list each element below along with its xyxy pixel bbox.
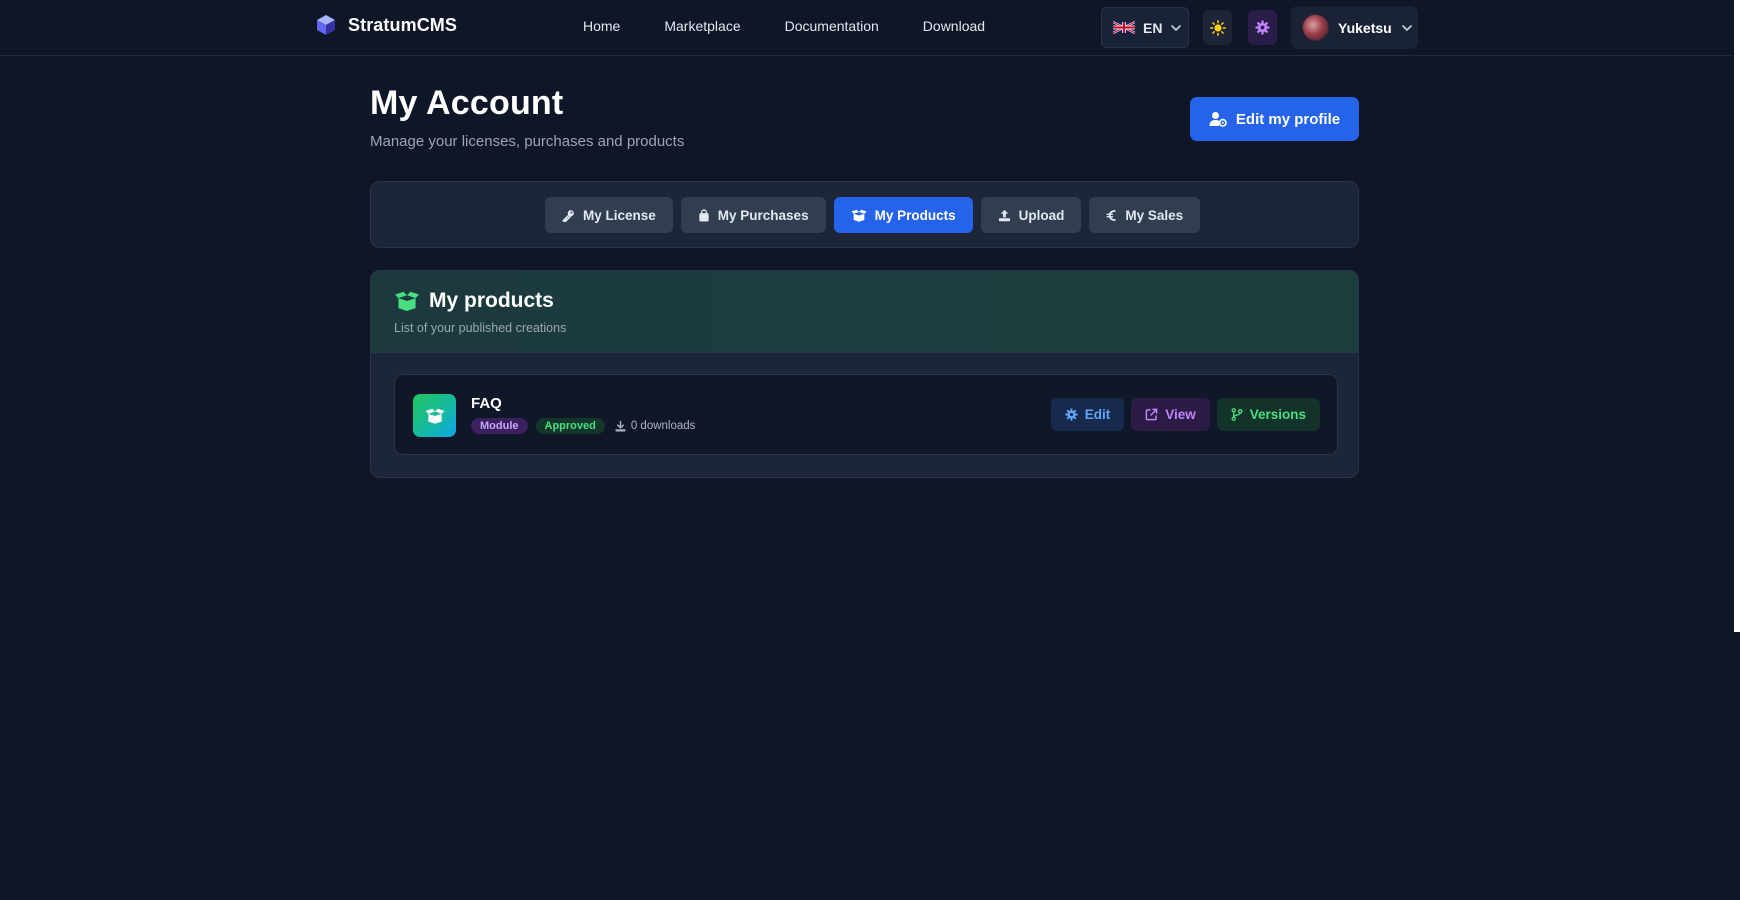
user-cog-icon [1209, 112, 1227, 127]
uk-flag-icon [1113, 21, 1135, 34]
user-menu-button[interactable]: Yuketsu [1291, 6, 1418, 49]
main-nav: Home Marketplace Documentation Download [583, 18, 1029, 34]
euro-icon [1106, 209, 1117, 221]
edit-label: Edit [1084, 407, 1111, 422]
nav-link-documentation[interactable]: Documentation [785, 18, 879, 34]
box-open-icon [394, 291, 420, 311]
page-subtitle: Manage your licenses, purchases and prod… [370, 133, 685, 150]
tab-label: Upload [1018, 207, 1065, 223]
tab-upload[interactable]: Upload [980, 197, 1082, 233]
git-branch-icon [1231, 408, 1243, 421]
edit-profile-button[interactable]: Edit my profile [1190, 97, 1359, 141]
cube-logo-icon [317, 15, 335, 35]
type-badge: Module [471, 418, 528, 434]
settings-button[interactable] [1248, 10, 1277, 45]
product-meta: Module Approved 0 downloads [471, 418, 695, 434]
chevron-down-icon [1171, 24, 1182, 31]
my-products-card: My products List of your published creat… [370, 270, 1359, 478]
account-tabs: My License My Purchases My Products Uplo… [545, 197, 1201, 233]
sun-icon [1209, 19, 1226, 36]
brand-name: StratumCMS [348, 14, 458, 35]
gear-icon [1065, 408, 1078, 421]
tab-label: My Sales [1125, 207, 1184, 223]
gear-icon [1255, 20, 1270, 35]
chevron-down-icon [1401, 24, 1412, 31]
nav-link-download[interactable]: Download [923, 18, 985, 34]
card-subtitle: List of your published creations [394, 321, 567, 335]
tab-label: My Products [874, 207, 956, 223]
download-icon [615, 420, 626, 432]
view-product-button[interactable]: View [1131, 398, 1210, 431]
page-title: My Account [370, 84, 564, 122]
avatar [1302, 14, 1329, 41]
product-thumbnail [413, 394, 456, 437]
edit-profile-label: Edit my profile [1235, 110, 1341, 128]
tab-label: My Purchases [717, 207, 809, 223]
account-tabs-panel: My License My Purchases My Products Uplo… [370, 181, 1359, 248]
user-name: Yuketsu [1338, 19, 1392, 36]
download-count-text: 0 downloads [630, 420, 696, 432]
nav-link-home[interactable]: Home [583, 18, 620, 34]
external-link-icon [1145, 408, 1158, 421]
brand[interactable]: StratumCMS [316, 14, 457, 36]
language-selector[interactable]: EN [1101, 7, 1189, 48]
tab-label: My License [583, 207, 656, 223]
tab-my-sales[interactable]: My Sales [1089, 197, 1201, 233]
nav-link-marketplace[interactable]: Marketplace [664, 18, 740, 34]
versions-button[interactable]: Versions [1216, 398, 1320, 431]
language-code: EN [1143, 19, 1163, 36]
tab-my-products[interactable]: My Products [833, 197, 973, 233]
versions-label: Versions [1249, 407, 1306, 422]
download-count: 0 downloads [615, 420, 696, 432]
top-navbar: StratumCMS Home Marketplace Documentatio… [0, 0, 1733, 56]
edit-product-button[interactable]: Edit [1050, 398, 1125, 431]
tab-my-purchases[interactable]: My Purchases [680, 197, 826, 233]
product-name[interactable]: FAQ [471, 395, 502, 412]
card-title-text: My products [429, 289, 554, 312]
box-open-icon [425, 408, 444, 424]
product-row: FAQ Module Approved 0 downloads Edit Vie… [394, 374, 1338, 455]
product-actions: Edit View Versions [1050, 398, 1320, 431]
theme-toggle-button[interactable] [1203, 10, 1232, 45]
tab-my-license[interactable]: My License [545, 197, 673, 233]
shopping-bag-icon [699, 208, 709, 222]
card-title: My products [394, 289, 554, 313]
upload-icon [998, 209, 1010, 221]
scrollbar-thumb[interactable] [1734, 0, 1740, 632]
view-label: View [1165, 407, 1196, 422]
status-badge: Approved [535, 418, 605, 434]
key-icon [562, 209, 574, 222]
box-open-icon [851, 209, 867, 222]
card-header: My products List of your published creat… [371, 271, 1358, 353]
